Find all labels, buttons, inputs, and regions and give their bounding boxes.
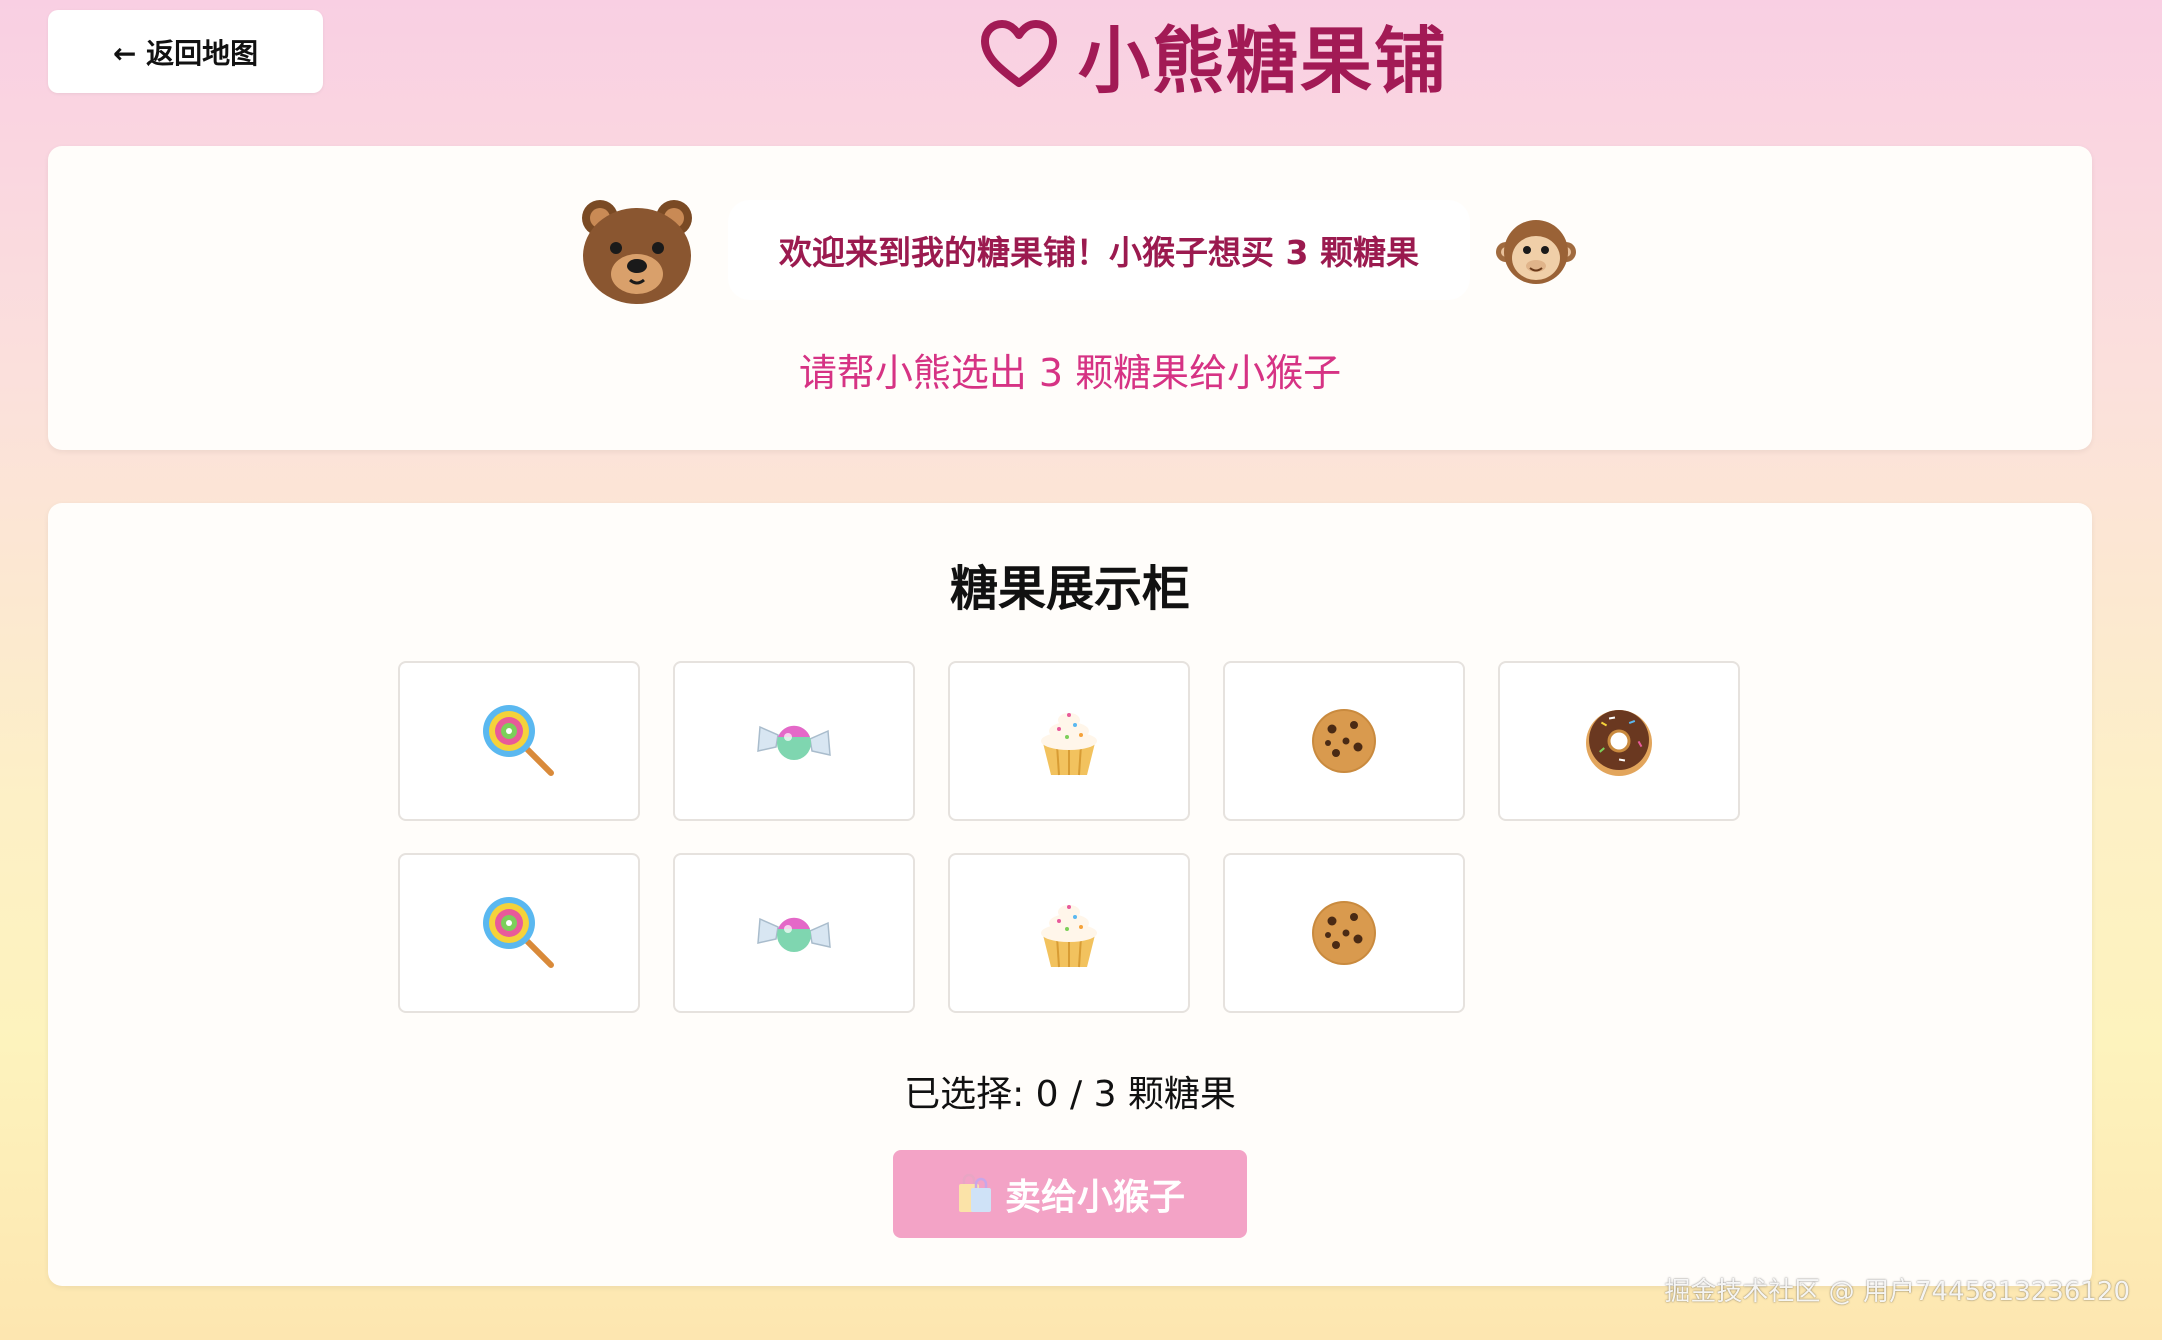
sell-to-monkey-button[interactable]: 卖给小猴子 xyxy=(893,1150,1247,1238)
lollipop-icon xyxy=(479,893,559,973)
shopping-bags-icon xyxy=(955,1172,995,1217)
candy-icon xyxy=(754,893,834,973)
speech-bubble: 欢迎来到我的糖果铺！小猴子想买 3 颗糖果 xyxy=(728,200,1470,300)
bear-face-icon xyxy=(578,196,696,308)
page-title: 小熊糖果铺 xyxy=(980,6,1448,103)
candy-card-lollipop[interactable] xyxy=(398,853,640,1013)
candy-card-cookie[interactable] xyxy=(1223,661,1465,821)
candy-card-cupcake[interactable] xyxy=(948,853,1190,1013)
shop-title: 小熊糖果铺 xyxy=(1078,18,1449,103)
candy-grid xyxy=(398,661,1798,1013)
welcome-panel: 欢迎来到我的糖果铺！小猴子想买 3 颗糖果 请帮小熊选出 3 颗糖果给小猴子 xyxy=(48,146,2092,450)
monkey-face-icon xyxy=(1496,212,1576,292)
candy-card-cupcake[interactable] xyxy=(948,661,1190,821)
lollipop-icon xyxy=(479,701,559,781)
candy-card-doughnut[interactable] xyxy=(1498,661,1740,821)
cupcake-icon xyxy=(1029,893,1109,973)
watermark-text: 掘金技术社区 @ 用户7445813236120 xyxy=(1664,1277,2130,1307)
candy-card-candy[interactable] xyxy=(673,853,915,1013)
cupcake-icon xyxy=(1029,701,1109,781)
cookie-icon xyxy=(1304,893,1384,973)
cookie-icon xyxy=(1304,701,1384,781)
dialog-row: 欢迎来到我的糖果铺！小猴子想买 3 颗糖果 xyxy=(48,194,2092,310)
back-to-map-button[interactable]: ← 返回地图 xyxy=(48,10,323,93)
instruction-text: 请帮小熊选出 3 颗糖果给小猴子 xyxy=(798,351,1342,395)
candy-icon xyxy=(754,701,834,781)
heart-outline-icon xyxy=(980,19,1058,89)
back-to-map-label: ← 返回地图 xyxy=(112,36,259,70)
candy-card-cookie[interactable] xyxy=(1223,853,1465,1013)
sell-button-label: 卖给小猴子 xyxy=(1004,1177,1185,1218)
candy-card-lollipop[interactable] xyxy=(398,661,640,821)
bubble-text: 欢迎来到我的糖果铺！小猴子想买 3 颗糖果 xyxy=(779,233,1419,272)
doughnut-icon xyxy=(1579,701,1659,781)
candy-card-candy[interactable] xyxy=(673,661,915,821)
candy-showcase-panel: 糖果展示柜 已选择: 0 / 3 颗糖果 卖给小猴子 xyxy=(48,503,2092,1286)
selection-status: 已选择: 0 / 3 颗糖果 xyxy=(904,1074,1236,1115)
showcase-title: 糖果展示柜 xyxy=(949,561,1190,617)
